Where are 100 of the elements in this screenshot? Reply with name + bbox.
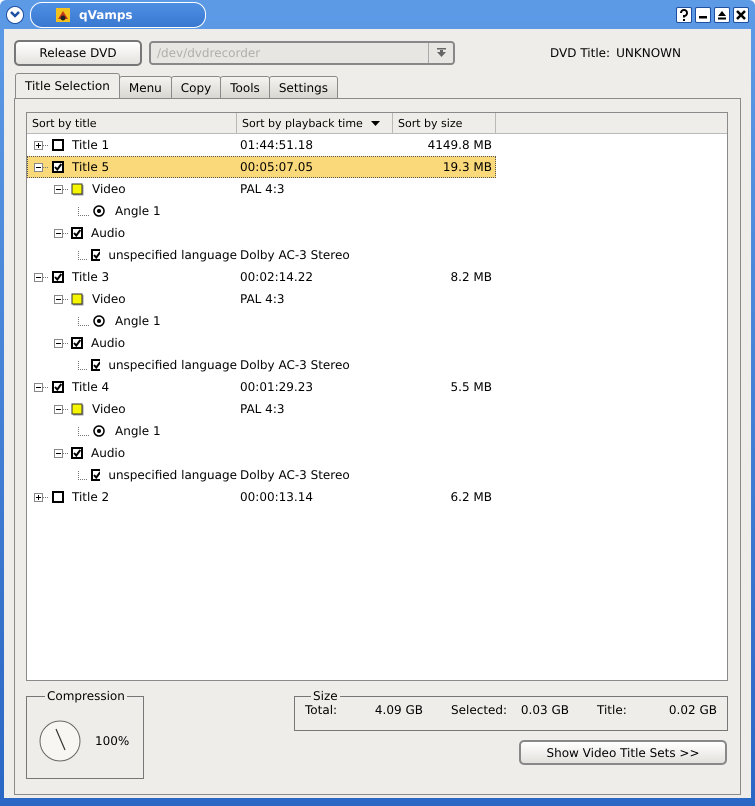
collapse-icon[interactable] (54, 228, 63, 238)
title-name: Title 3 (72, 270, 110, 284)
size-value: 4.09 GB (374, 703, 423, 717)
collapse-icon[interactable] (54, 448, 63, 458)
compression-reading: 100% (95, 734, 130, 748)
expand-icon[interactable] (34, 140, 43, 150)
column-header-label: Sort by playback time (242, 116, 363, 130)
checkbox[interactable] (90, 469, 100, 481)
tree-line (78, 470, 88, 480)
selected-row[interactable]: Title 5 00:05:07.05 19.3 MB (27, 156, 496, 178)
checkbox[interactable] (52, 491, 64, 503)
radio-button[interactable] (93, 425, 105, 437)
close-icon (736, 10, 746, 20)
playback-time: 00:02:14.22 (240, 270, 313, 284)
window-menu-button[interactable] (6, 6, 24, 24)
dvd-title-value: UNKNOWN (616, 46, 681, 60)
app-icon (55, 6, 71, 22)
angle-label: Angle 1 (115, 424, 161, 438)
radio-button[interactable] (93, 205, 105, 217)
audio-format: Dolby AC-3 Stereo (240, 468, 350, 482)
maximize-button[interactable] (714, 6, 730, 22)
size-value: 0.02 GB (668, 703, 717, 717)
stream-format: PAL 4:3 (240, 292, 284, 306)
title-name: Title 1 (72, 138, 110, 152)
maximize-icon (717, 10, 727, 20)
help-button[interactable] (676, 6, 692, 22)
window-title: qVamps (79, 8, 133, 22)
tree-line (78, 316, 90, 326)
minimize-button[interactable] (695, 6, 711, 22)
column-header-label: Sort by title (32, 116, 97, 130)
tab[interactable]: Tools (220, 76, 270, 98)
radio-button[interactable] (93, 315, 105, 327)
column-header[interactable]: Sort by size (393, 113, 496, 133)
title-size: 6.2 MB (450, 490, 492, 504)
tab[interactable]: Title Selection (15, 73, 120, 98)
playback-time: 01:44:51.18 (240, 138, 313, 152)
tree-line (78, 426, 90, 436)
expand-icon[interactable] (34, 492, 43, 502)
size-label: Total: (305, 703, 338, 717)
checkbox[interactable] (52, 381, 64, 393)
playback-time: 00:00:13.14 (240, 490, 313, 504)
video-stream-icon (71, 402, 84, 416)
title-size: 19.3 MB (442, 160, 492, 174)
close-button[interactable] (733, 6, 749, 22)
column-header[interactable]: Sort by playback time (237, 113, 393, 133)
stream-label: Video (92, 182, 126, 196)
release-dvd-button[interactable]: Release DVD (14, 40, 142, 66)
audio-track-label: unspecified language (108, 248, 237, 262)
checkbox[interactable] (52, 271, 64, 283)
stream-label: Audio (91, 446, 126, 460)
checkbox[interactable] (52, 139, 64, 151)
tab[interactable]: Copy (170, 76, 222, 98)
audio-track-label: unspecified language (108, 358, 237, 372)
checkbox[interactable] (52, 161, 64, 173)
dropdown-arrow-icon (436, 48, 446, 58)
video-stream-icon (71, 182, 84, 196)
group-title: Size (312, 689, 339, 703)
collapse-icon[interactable] (34, 272, 43, 282)
title-size: 8.2 MB (450, 270, 492, 284)
playback-time: 00:01:29.23 (240, 380, 313, 394)
size-label: Title: (597, 703, 628, 717)
checkbox[interactable] (71, 447, 83, 459)
column-header-label: Sort by size (398, 116, 462, 130)
playback-time: 00:05:07.05 (240, 160, 313, 174)
checkbox[interactable] (71, 227, 83, 239)
title-name: Title 4 (72, 380, 110, 394)
stream-label: Video (92, 402, 126, 416)
angle-label: Angle 1 (115, 204, 161, 218)
stream-label: Audio (91, 226, 126, 240)
checkbox[interactable] (90, 249, 100, 261)
dvd-title-label: DVD Title: (550, 46, 610, 60)
tree-line (78, 206, 90, 216)
tab[interactable]: Settings (268, 76, 338, 98)
group-title: Compression (46, 689, 126, 703)
audio-format: Dolby AC-3 Stereo (240, 358, 350, 372)
stream-label: Audio (91, 336, 126, 350)
compression-dial[interactable] (39, 720, 81, 762)
collapse-icon[interactable] (34, 162, 43, 172)
stream-label: Video (92, 292, 126, 306)
title-name: Title 5 (72, 160, 110, 174)
collapse-icon[interactable] (54, 184, 63, 194)
show-video-title-sets-button[interactable]: Show Video Title Sets >> (519, 740, 727, 765)
audio-format: Dolby AC-3 Stereo (240, 248, 350, 262)
title-size: 4149.8 MB (428, 138, 492, 152)
title-name: Title 2 (72, 490, 110, 504)
collapse-icon[interactable] (54, 404, 63, 414)
audio-track-label: unspecified language (108, 468, 237, 482)
collapse-icon[interactable] (54, 294, 63, 304)
collapse-icon[interactable] (34, 382, 43, 392)
angle-label: Angle 1 (115, 314, 161, 328)
collapse-icon[interactable] (54, 338, 63, 348)
stream-format: PAL 4:3 (240, 402, 284, 416)
size-label: Selected: (451, 703, 508, 717)
column-header[interactable]: Sort by title (27, 113, 237, 133)
checkbox[interactable] (71, 337, 83, 349)
tab[interactable]: Menu (118, 76, 172, 98)
help-icon (679, 8, 689, 20)
checkbox[interactable] (90, 359, 100, 371)
chevron-down-icon (10, 11, 20, 18)
title-size: 5.5 MB (450, 380, 492, 394)
